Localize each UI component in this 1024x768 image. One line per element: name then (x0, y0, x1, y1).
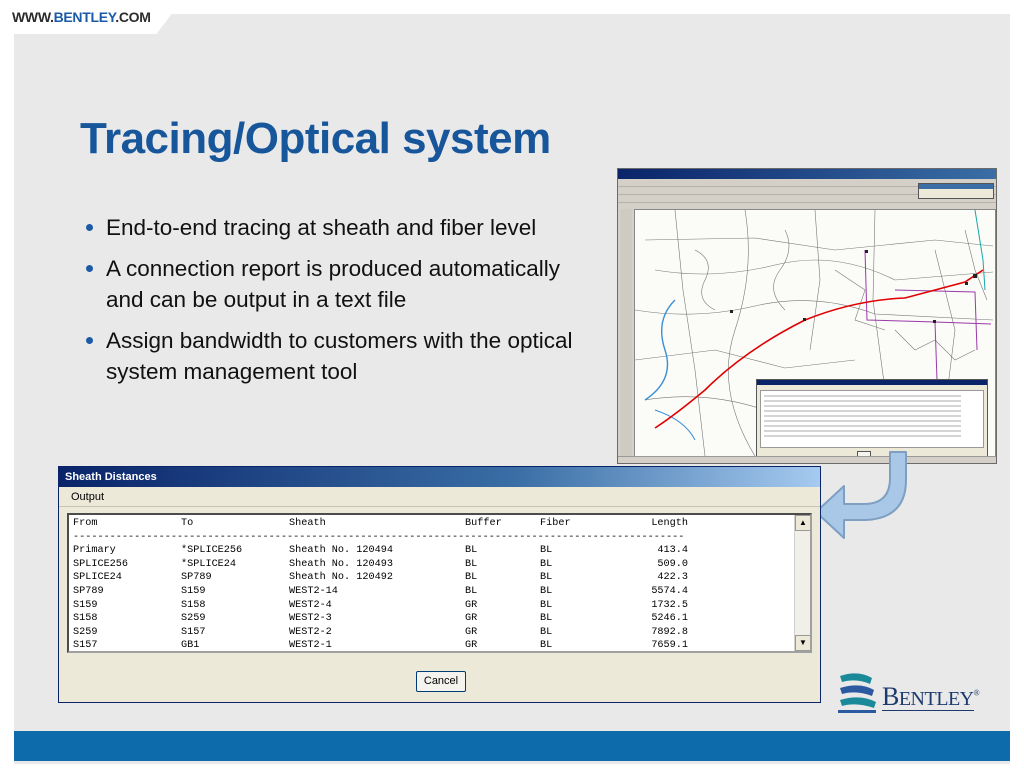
table-cell: BL (465, 585, 478, 597)
thumb-tool-palette (620, 209, 632, 457)
table-cell: WEST2-14 (289, 585, 338, 597)
bentley-wordmark: BENTLEY® (882, 682, 980, 711)
table-cell: BL (540, 626, 553, 638)
url-suffix: .COM (115, 9, 151, 25)
table-cell: 7892.8 (651, 626, 688, 638)
table-cell: BL (465, 558, 478, 570)
table-cell: BL (540, 640, 553, 652)
table-cell: GR (465, 613, 478, 625)
table-cell: BL (540, 613, 553, 625)
table-cell: BL (465, 545, 478, 557)
url-brand: BENTLEY (53, 9, 116, 25)
scroll-up-button[interactable]: ▲ (795, 515, 810, 531)
table-row: S159 S158 WEST2-4 GR BL 1732.5 (73, 599, 743, 613)
bullet-item: End-to-end tracing at sheath and fiber l… (84, 212, 584, 243)
vertical-scrollbar[interactable]: ▲ ▼ (794, 515, 810, 651)
table-row: SP789 S159 WEST2-14 BL BL 5574.4 (73, 585, 743, 599)
bentley-b-mark-icon (838, 673, 876, 713)
bullet-item: A connection report is produced automati… (84, 253, 584, 315)
table-cell: 1732.5 (651, 599, 688, 611)
table-cell: 5246.1 (651, 613, 688, 625)
table-cell: 5574.4 (651, 585, 688, 597)
logo-underline (882, 710, 974, 711)
table-cell: S158 (181, 599, 206, 611)
table-cell: WEST2-1 (289, 640, 332, 652)
slide-title: Tracing/Optical system (80, 114, 551, 163)
table-cell: SP789 (181, 572, 212, 584)
bullet-item: Assign bandwidth to customers with the o… (84, 325, 584, 387)
table-cell: BL (540, 558, 553, 570)
table-cell: GB1 (181, 640, 200, 652)
table-cell: S259 (73, 626, 98, 638)
table-cell: WEST2-3 (289, 613, 332, 625)
scroll-down-button[interactable]: ▼ (795, 635, 810, 651)
report-separator: ----------------------------------------… (73, 531, 685, 543)
table-cell: S157 (181, 626, 206, 638)
table-row: S157 GB1 WEST2-1 GR BL 7659.1 (73, 639, 743, 652)
table-row: SPLICE24 SP789 Sheath No. 120492 BL BL 422.3 (73, 571, 743, 585)
thumb-mini-dialog (756, 379, 988, 461)
table-cell: BL (540, 599, 553, 611)
dialog-title: Sheath Distances (59, 467, 820, 487)
table-cell: Sheath No. 120493 (289, 558, 393, 570)
bentley-logo: BENTLEY® (836, 670, 984, 716)
report-lines: From To Sheath Buffer Fiber Length -----… (73, 517, 743, 652)
report-rows: Primary *SPLICE256 Sheath No. 120494 BL BL 41… (73, 544, 743, 652)
table-cell: BL (540, 585, 553, 597)
table-cell: Sheath No. 120492 (289, 572, 393, 584)
table-cell: WEST2-4 (289, 599, 332, 611)
table-cell: SPLICE256 (73, 558, 129, 570)
brand-url: WWW.BENTLEY.COM (12, 9, 151, 25)
report-header-row: From To Sheath Buffer Fiber Length (73, 518, 688, 529)
table-cell: SPLICE24 (73, 572, 122, 584)
table-cell: GR (465, 640, 478, 652)
cancel-button[interactable]: Cancel (416, 671, 466, 692)
table-cell: 422.3 (657, 572, 688, 584)
table-row: SPLICE256 *SPLICE24 Sheath No. 120493 BL BL 5… (73, 558, 743, 572)
menu-output[interactable]: Output (59, 487, 820, 507)
table-cell: S159 (181, 585, 206, 597)
table-cell: S159 (73, 599, 98, 611)
table-cell: *SPLICE256 (181, 545, 243, 557)
footer-band (14, 731, 1010, 761)
table-row: S259 S157 WEST2-2 GR BL 7892.8 (73, 626, 743, 640)
table-cell: 7659.1 (651, 640, 688, 652)
table-row: Primary *SPLICE256 Sheath No. 120494 BL BL 41… (73, 544, 743, 558)
sheath-distances-dialog: Sheath Distances Output From To Sheath B… (58, 466, 821, 703)
pointer-arrow-icon (815, 451, 907, 539)
report-output[interactable]: From To Sheath Buffer Fiber Length -----… (67, 513, 812, 653)
thumb-titlebar (618, 169, 996, 179)
table-cell: WEST2-2 (289, 626, 332, 638)
table-cell: Sheath No. 120494 (289, 545, 393, 557)
thumb-mini-report (760, 390, 984, 448)
bullet-list: End-to-end tracing at sheath and fiber l… (84, 212, 584, 397)
thumb-dock-window (918, 183, 994, 199)
table-cell: S157 (73, 640, 98, 652)
table-cell: S259 (181, 613, 206, 625)
table-cell: 413.4 (657, 545, 688, 557)
thumb-statusbar (618, 456, 996, 463)
table-cell: BL (465, 572, 478, 584)
url-prefix: WWW. (12, 9, 54, 25)
table-cell: S158 (73, 613, 98, 625)
table-cell: Primary (73, 545, 116, 557)
application-screenshot (617, 168, 997, 464)
table-cell: SP789 (73, 585, 104, 597)
table-cell: BL (540, 545, 553, 557)
table-cell: *SPLICE24 (181, 558, 237, 570)
table-cell: 509.0 (657, 558, 688, 570)
table-row: S158 S259 WEST2-3 GR BL 5246.1 (73, 612, 743, 626)
table-cell: GR (465, 626, 478, 638)
table-cell: GR (465, 599, 478, 611)
table-cell: BL (540, 572, 553, 584)
